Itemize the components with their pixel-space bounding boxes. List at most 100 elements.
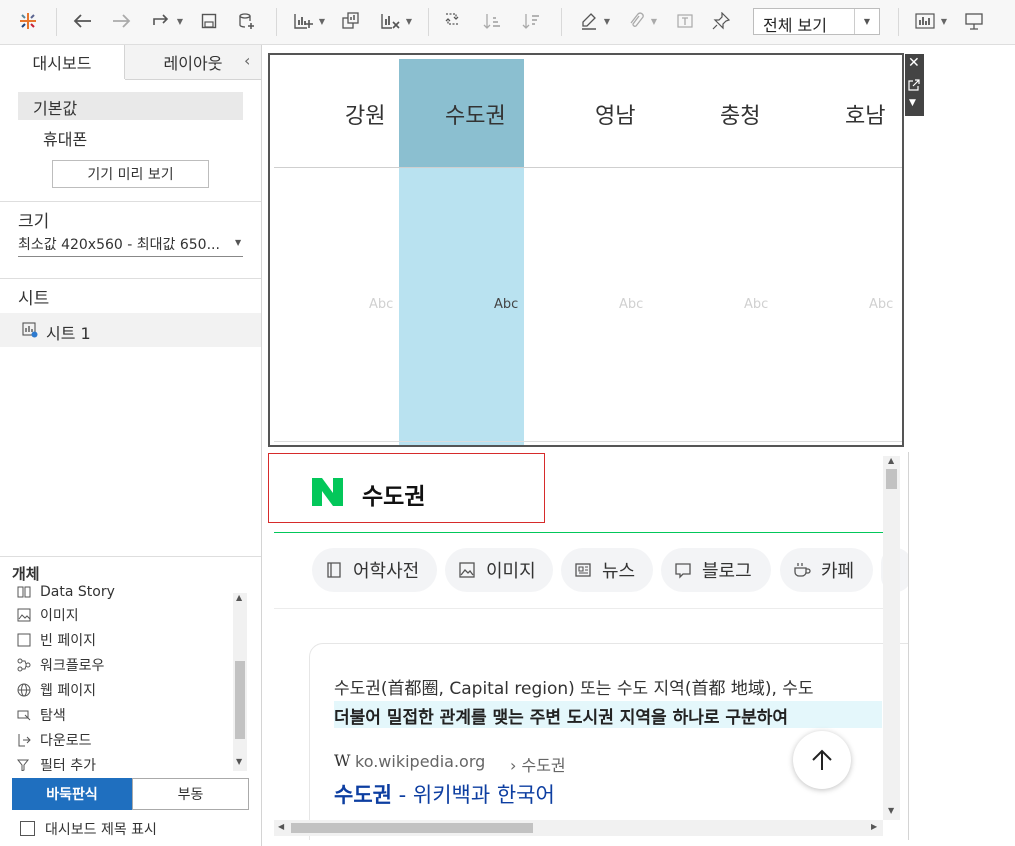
object-data-story[interactable]: Data Story [16, 583, 115, 603]
coffee-cup-icon [792, 560, 812, 580]
zone-toolbar: ✕ ▼ [905, 54, 924, 116]
object-web-page[interactable]: 웹 페이지 [16, 679, 96, 701]
sheet-item-label[interactable]: 시트 1 [46, 320, 91, 344]
chip-dictionary[interactable]: 어학사전 [312, 548, 437, 592]
more-options-icon[interactable]: ▼ [909, 98, 916, 108]
collapse-panel-icon[interactable]: ‹ [244, 51, 250, 70]
object-add-filter[interactable]: 필터 추가 [16, 754, 96, 771]
sheet-item-row[interactable] [0, 313, 261, 347]
close-icon[interactable]: ✕ [908, 56, 920, 70]
result-title-link[interactable]: 수도권 - 위키백과 한국어 [334, 779, 555, 809]
web-vertical-scrollbar[interactable]: ▲ ▼ [883, 456, 900, 820]
tab-layout[interactable]: 레이아웃 [125, 45, 261, 80]
worksheet-zone[interactable]: 강원 수도권 영남 충청 호남 Abc Abc Abc Abc Abc [268, 53, 904, 447]
sort-ascending-icon[interactable] [480, 8, 504, 34]
object-label: 필터 추가 [40, 758, 96, 771]
size-select[interactable]: 최소값 420x560 - 최대값 650... [18, 234, 243, 257]
column-header-honam[interactable]: 호남 [845, 98, 885, 130]
view-size-value: 전체 보기 [763, 16, 827, 35]
highlight-icon[interactable]: ▼ [575, 8, 615, 34]
result-source[interactable]: ko.wikipedia.org [355, 752, 485, 771]
navigation-icon [16, 707, 32, 723]
search-underline [274, 532, 884, 533]
show-title-checkbox[interactable] [20, 821, 35, 836]
table-cell[interactable]: Abc [744, 297, 768, 312]
duplicate-sheet-icon[interactable] [340, 8, 362, 34]
object-label: 빈 페이지 [40, 633, 96, 649]
object-blank[interactable]: 빈 페이지 [16, 629, 96, 651]
show-title-label: 대시보드 제목 표시 [45, 822, 157, 838]
chevron-down-icon[interactable]: ▼ [235, 238, 241, 247]
column-header-chungcheong[interactable]: 충청 [720, 98, 760, 130]
show-me-icon[interactable]: ▼ [910, 8, 952, 34]
scroll-down-icon[interactable]: ▼ [236, 757, 242, 766]
save-icon[interactable] [198, 8, 220, 34]
view-size-select[interactable]: 전체 보기 ▼ [753, 8, 880, 35]
scroll-up-icon[interactable]: ▲ [888, 456, 894, 465]
undo-icon[interactable] [70, 8, 96, 34]
floating-button[interactable]: 부동 [132, 778, 249, 810]
wikipedia-icon: W [334, 751, 351, 770]
object-label: 다운로드 [40, 733, 92, 749]
presentation-mode-icon[interactable] [962, 8, 986, 34]
web-page-zone[interactable]: 수도권 어학사전 이미지 뉴스 블로그 카페 수도권(首都圈, Capital … [268, 452, 909, 840]
object-navigation[interactable]: 탐색 [16, 704, 66, 726]
object-label: 웹 페이지 [40, 683, 96, 699]
new-worksheet-icon[interactable]: ▼ [288, 8, 330, 34]
naver-logo-icon[interactable] [312, 478, 343, 510]
scroll-left-icon[interactable]: ◀ [278, 822, 284, 831]
device-default[interactable]: 기본값 [33, 95, 77, 119]
device-phone[interactable]: 휴대폰 [43, 126, 87, 150]
object-label: Data Story [40, 584, 115, 600]
scrollbar-thumb[interactable] [235, 661, 245, 739]
pin-icon[interactable] [709, 8, 733, 34]
clear-sheet-icon[interactable]: ▼ [375, 8, 417, 34]
chip-blog[interactable]: 블로그 [661, 548, 771, 592]
column-header-gangwon[interactable]: 강원 [345, 98, 385, 130]
chip-cafe[interactable]: 카페 [780, 548, 873, 592]
object-download[interactable]: 다운로드 [16, 729, 92, 751]
column-header-yeongnam[interactable]: 영남 [595, 98, 635, 130]
chip-images[interactable]: 이미지 [445, 548, 553, 592]
chevron-down-icon[interactable]: ▼ [854, 9, 879, 34]
device-preview-button[interactable]: 기기 미리 보기 [52, 160, 209, 188]
dictionary-icon [324, 560, 344, 580]
go-to-sheet-icon[interactable] [908, 76, 920, 95]
chip-news[interactable]: 뉴스 [561, 548, 653, 592]
table-cell[interactable]: Abc [494, 297, 518, 312]
show-mark-labels-icon[interactable] [673, 8, 697, 34]
table-bottom-line [274, 441, 902, 442]
tiled-button[interactable]: 바둑판식 [12, 778, 132, 810]
table-cell[interactable]: Abc [869, 297, 893, 312]
result-title-bold: 수도권 [334, 783, 392, 807]
scroll-down-icon[interactable]: ▼ [888, 806, 894, 815]
blog-icon [673, 560, 693, 580]
object-workflow[interactable]: 워크플로우 [16, 654, 104, 676]
scroll-to-top-button[interactable] [793, 731, 851, 789]
group-members-icon[interactable]: ▼ [622, 8, 662, 34]
tableau-logo-icon[interactable] [16, 8, 40, 34]
table-cell[interactable]: Abc [369, 297, 393, 312]
scroll-right-icon[interactable]: ▶ [871, 822, 877, 831]
scroll-up-icon[interactable]: ▲ [236, 593, 242, 602]
web-horizontal-scrollbar[interactable]: ◀ ▶ [274, 820, 883, 836]
chip-label: 어학사전 [353, 561, 420, 582]
tab-dashboard[interactable]: 대시보드 [0, 45, 125, 79]
sort-descending-icon[interactable] [519, 8, 543, 34]
chip-label: 블로그 [702, 561, 752, 582]
object-label: 워크플로우 [40, 658, 105, 674]
news-icon [573, 560, 593, 580]
redo-icon[interactable] [108, 8, 134, 34]
replay-icon[interactable]: ▼ [146, 8, 188, 34]
search-query[interactable]: 수도권 [362, 477, 425, 511]
image-icon [457, 560, 477, 580]
swap-axes-icon[interactable] [440, 8, 464, 34]
objects-scrollbar[interactable]: ▲ ▼ [233, 593, 247, 771]
scrollbar-thumb[interactable] [291, 823, 533, 833]
objects-title: 개체 [12, 565, 40, 583]
new-datasource-icon[interactable] [236, 8, 258, 34]
table-cell[interactable]: Abc [619, 297, 643, 312]
object-image[interactable]: 이미지 [16, 604, 79, 626]
scrollbar-thumb[interactable] [886, 469, 897, 489]
column-header-sudogwon[interactable]: 수도권 [445, 98, 506, 130]
